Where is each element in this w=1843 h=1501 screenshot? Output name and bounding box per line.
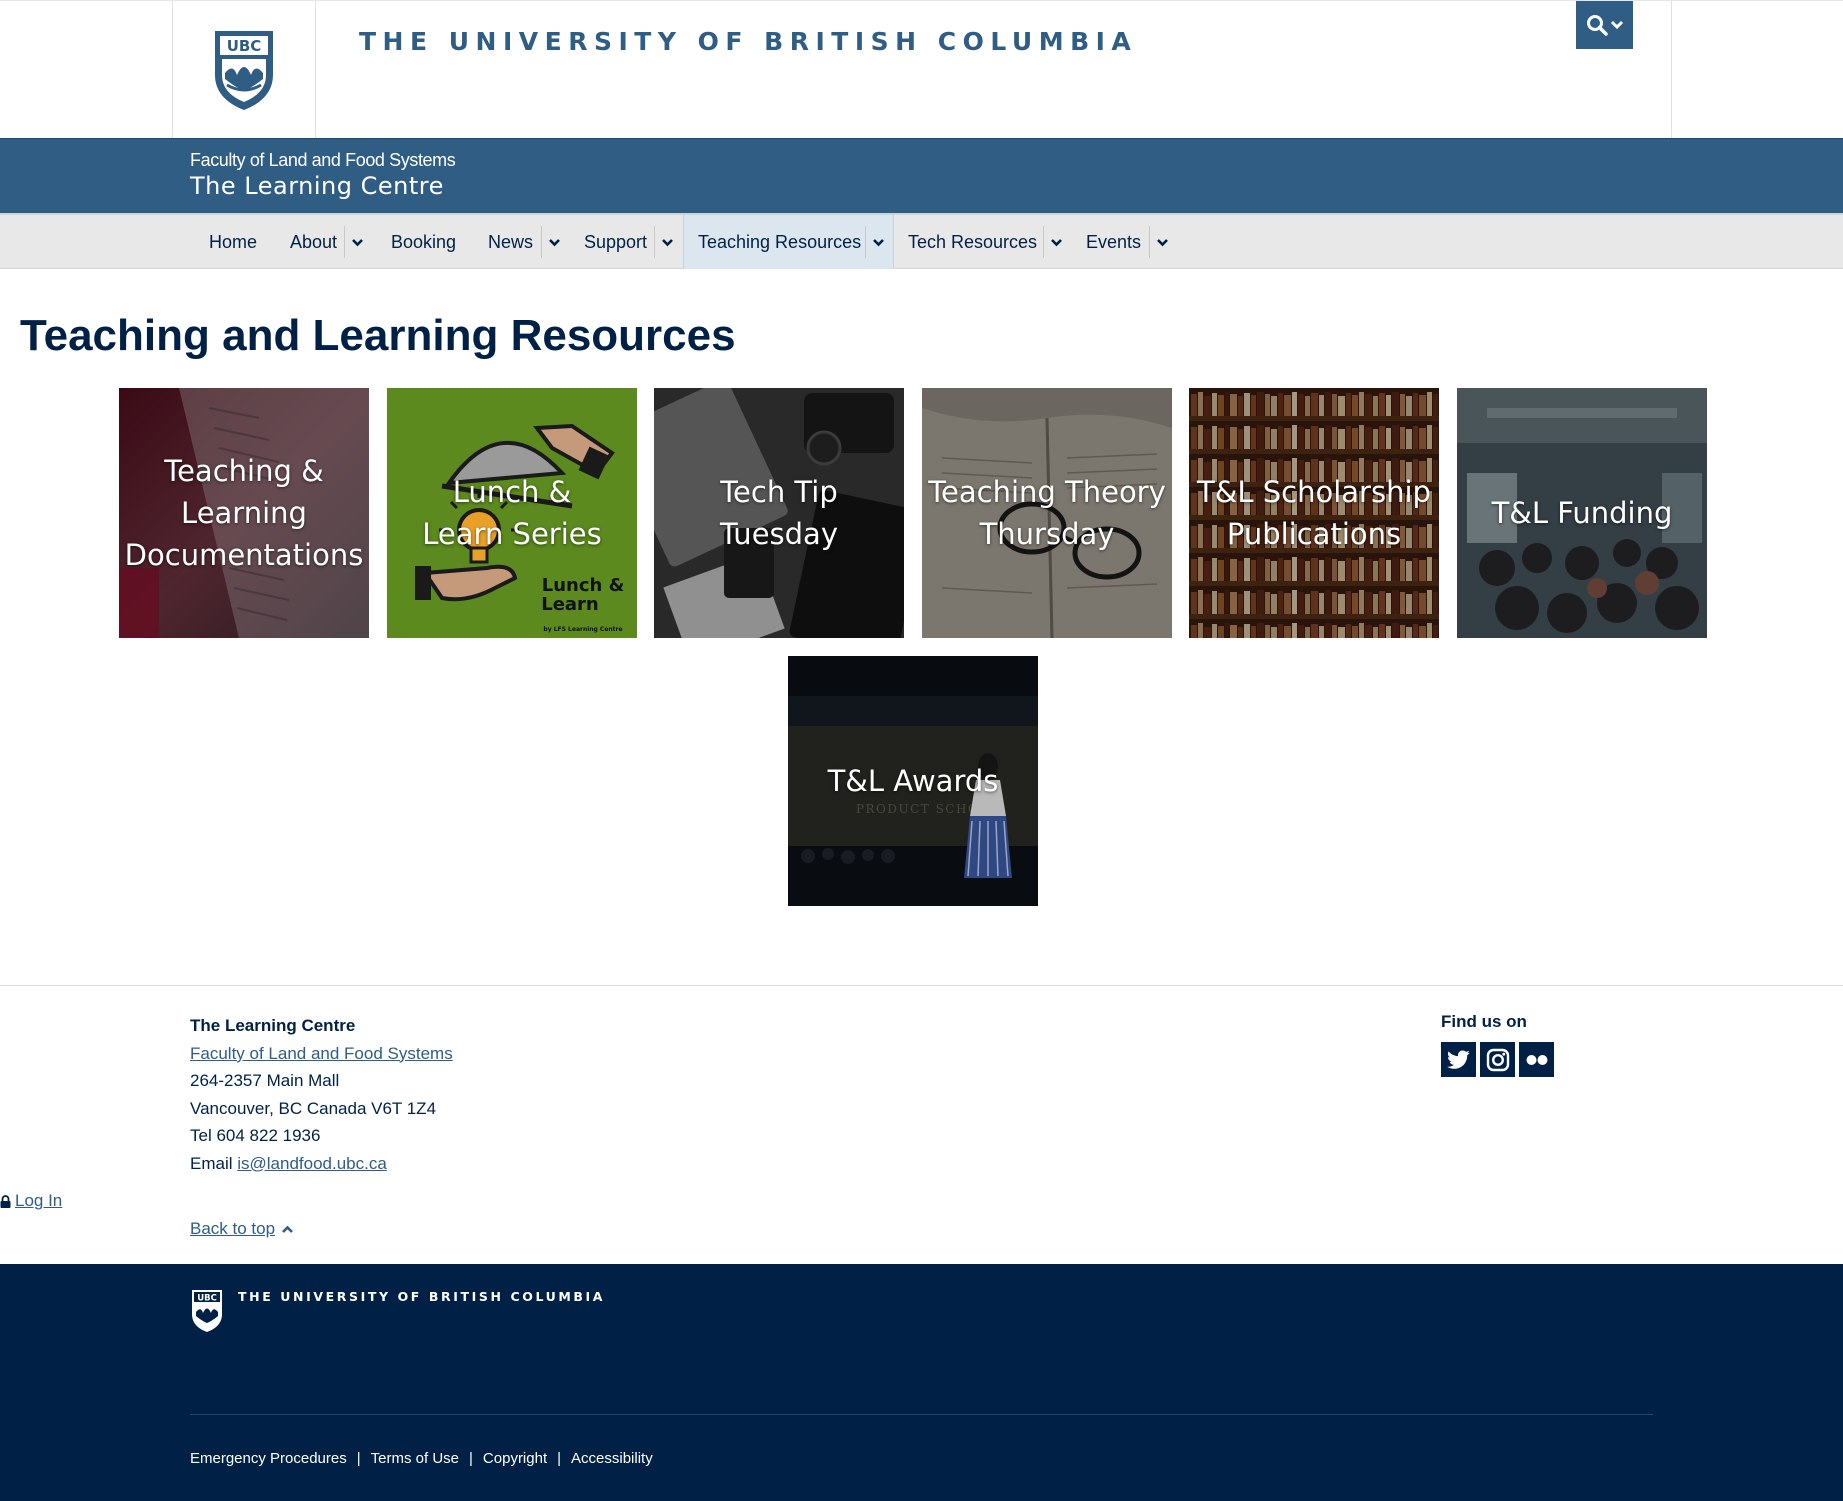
chevron-down-icon [1156,238,1168,246]
tile-tl-scholarship-publications[interactable]: T&L Scholarship Publications [1189,388,1439,638]
tile-label: Lunch & Learn Series [422,475,602,551]
chevron-down-icon [1610,20,1623,30]
ubc-footer-crest-icon[interactable]: UBC [190,1288,224,1334]
twitter-link[interactable] [1441,1042,1476,1077]
search-toggle-button[interactable] [1576,1,1633,49]
contact-heading: The Learning Centre [190,1016,356,1035]
unit-bar: Faculty of Land and Food Systems The Lea… [0,138,1843,213]
global-footer: UBC THE UNIVERSITY OF BRITISH COLUMBIA E… [0,1264,1843,1501]
nav-item-about[interactable]: About [278,215,349,269]
chevron-down-icon [872,238,884,246]
nav-label: Events [1086,231,1142,252]
lock-icon [0,1194,11,1208]
tile-label: T&L Awards [827,764,999,798]
tile-tl-funding[interactable]: T&L Funding [1457,388,1707,638]
nav-events-dropdown-toggle[interactable] [1149,226,1174,258]
chevron-down-icon [1050,238,1062,246]
find-us-heading: Find us on [1441,1012,1527,1031]
contact-block: The Learning Centre Faculty of Land and … [190,1012,453,1177]
nav-item-news[interactable]: News [476,215,545,269]
nav-label: Support [584,231,648,252]
tile-tl-awards[interactable]: PRODUCT SCHOOL T&L Awards [788,656,1038,906]
search-icon [1586,15,1608,36]
nav-tech-resources-dropdown-toggle[interactable] [1043,226,1068,258]
nav-support-dropdown-toggle[interactable] [654,226,679,258]
nav-item-teaching-resources[interactable]: Teaching Resources [683,215,894,269]
nav-item-support[interactable]: Support [572,215,659,269]
unit-name[interactable]: The Learning Centre [190,172,444,200]
address-line-2: Vancouver, BC Canada V6T 1Z4 [190,1098,437,1118]
chevron-up-icon [282,1225,293,1233]
twitter-icon [1446,1050,1470,1069]
nav-label: Teaching Resources [698,231,862,252]
nav-news-dropdown-toggle[interactable] [541,226,566,258]
tile-label: Teaching Theory Thursday [928,475,1166,551]
tile-lunch-learn-series[interactable]: Lunch & Learn by LFS Learning Centre Lun… [387,388,637,638]
separator: | [356,1450,361,1467]
tile-label: Tech Tip Tuesday [720,475,838,551]
email-link[interactable]: is@landfood.ubc.ca [237,1154,387,1173]
separator: | [469,1450,473,1467]
tile-label: T&L Scholarship Publications [1197,475,1431,551]
instagram-link[interactable] [1480,1042,1515,1077]
emergency-procedures-link[interactable]: Emergency Procedures [190,1450,347,1467]
nav-label: Booking [391,231,457,252]
tile-teaching-theory-thursday[interactable]: Teaching Theory Thursday [922,388,1172,638]
nav-item-tech-resources[interactable]: Tech Resources [896,215,1049,269]
address-line-1: 264-2357 Main Mall [190,1071,340,1090]
tile-tech-tip-tuesday[interactable]: Tech Tip Tuesday [654,388,904,638]
terms-of-use-link[interactable]: Terms of Use [371,1450,459,1467]
back-to-top-link[interactable]: Back to top [190,1219,275,1239]
tile-label: Teaching & Learning Documentations [124,454,364,572]
main-navigation: Home About Booking News Support Teaching… [0,213,1843,269]
footer-crest-ubc-text: UBC [197,1294,217,1304]
ubc-crest-link[interactable]: UBC [173,1,316,139]
email-label: Email [190,1153,238,1173]
chevron-down-icon [661,238,673,246]
nav-item-home[interactable]: Home [197,215,269,269]
chevron-down-icon [548,238,560,246]
faculty-link[interactable]: Faculty of Land and Food Systems [190,1044,453,1063]
nav-label: News [488,231,534,252]
login-row: Log In [0,1191,62,1211]
instagram-icon [1486,1048,1509,1071]
accessibility-link[interactable]: Accessibility [571,1450,653,1467]
faculty-name[interactable]: Faculty of Land and Food Systems [190,150,456,171]
ubc-crest-icon: UBC [215,31,273,111]
login-link[interactable]: Log In [15,1191,62,1211]
nav-item-booking[interactable]: Booking [379,215,468,269]
nav-about-dropdown-toggle[interactable] [344,226,369,258]
page-title: Teaching and Learning Resources [20,311,736,360]
back-to-top-row: Back to top [190,1219,294,1239]
separator: | [557,1450,562,1467]
flickr-icon [1526,1054,1547,1065]
brand-inner: UBC THE UNIVERSITY OF BRITISH COLUMBIA [172,1,1672,139]
nav-teaching-resources-dropdown-toggle[interactable] [865,226,890,258]
footer-rule [190,1414,1653,1415]
copyright-link[interactable]: Copyright [483,1450,547,1467]
tile-label: T&L Funding [1491,496,1673,530]
footer-links: Emergency Procedures | Terms of Use | Co… [190,1450,653,1467]
ubc-brand-header: UBC THE UNIVERSITY OF BRITISH COLUMBIA [0,0,1843,139]
nav-label: About [290,231,338,252]
chevron-down-icon [351,238,363,246]
ubc-footer-wordmark[interactable]: THE UNIVERSITY OF BRITISH COLUMBIA [238,1289,605,1304]
ubc-wordmark[interactable]: THE UNIVERSITY OF BRITISH COLUMBIA [359,27,1137,56]
footer-divider [0,985,1843,986]
flickr-link[interactable] [1519,1042,1554,1077]
nav-label: Tech Resources [908,231,1038,252]
crest-ubc-text: UBC [227,37,262,55]
nav-item-events[interactable]: Events [1074,215,1153,269]
telephone: Tel 604 822 1936 [190,1126,321,1145]
email-row: Email is@landfood.ubc.ca [190,1150,453,1178]
tile-teaching-learning-documentations[interactable]: Teaching & Learning Documentations [119,388,369,638]
nav-label: Home [209,231,258,252]
